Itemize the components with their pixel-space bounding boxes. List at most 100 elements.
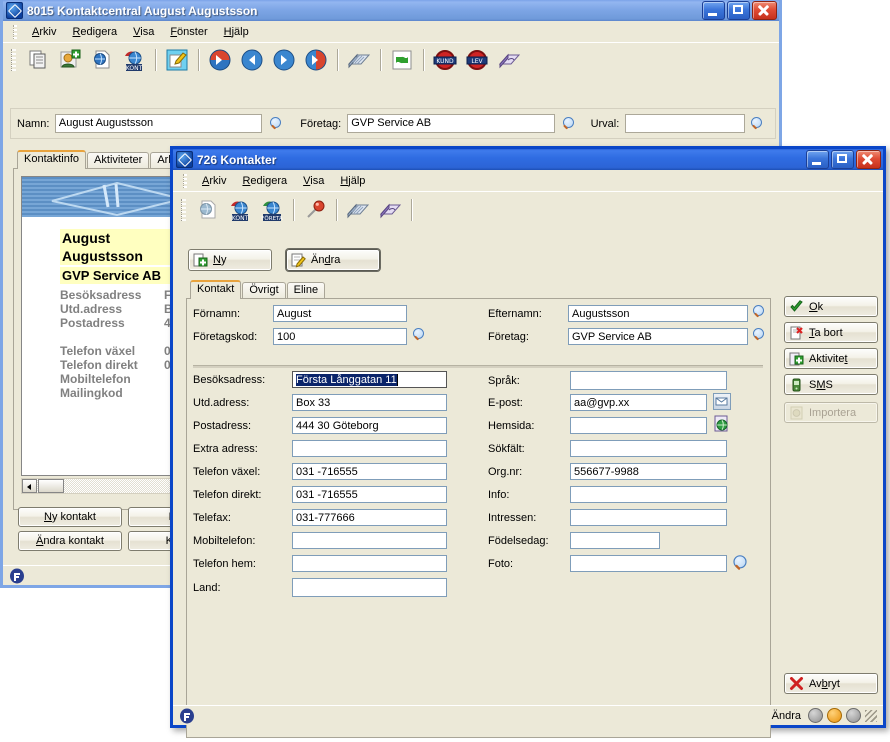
avbryt-button[interactable]: Avbryt [784, 673, 878, 694]
toolbar-grip[interactable] [11, 49, 16, 71]
tab-eline[interactable]: Eline [286, 282, 326, 299]
selection-search-icon[interactable] [749, 116, 765, 132]
menu-arkiv[interactable]: Arkiv [25, 24, 63, 40]
aktivitet-button[interactable]: Aktivitet [784, 348, 878, 369]
menu-fonster[interactable]: Fönster [163, 24, 214, 40]
land-combo[interactable] [292, 578, 447, 597]
andra-kontakt-button[interactable]: Ändra kontakt [18, 531, 122, 551]
field-row-orgnr: Org.nr: 556677-9988 [488, 463, 763, 486]
sms-button[interactable]: SMS [784, 374, 878, 395]
tab-aktiviteter[interactable]: Aktiviteter [87, 152, 150, 169]
foto-input[interactable] [570, 555, 727, 572]
search-contact-kont-icon[interactable]: KONT [227, 197, 253, 223]
purple-book-icon[interactable] [496, 47, 522, 73]
orgnr-input[interactable]: 556677-9988 [570, 463, 727, 480]
forward-last-icon[interactable] [303, 47, 329, 73]
back-first-icon[interactable] [207, 47, 233, 73]
menu-hjalp[interactable]: Hjälp [217, 24, 256, 40]
edit-note-icon[interactable] [164, 47, 190, 73]
purple-book-icon[interactable] [377, 197, 403, 223]
mobiltelefon-input[interactable] [292, 532, 447, 549]
dialog-menu-arkiv[interactable]: Arkiv [195, 173, 233, 189]
besoksadress-input[interactable]: Första Långgatan 11 [292, 371, 447, 388]
search-company-foreta-icon[interactable]: FÖRETA [259, 197, 285, 223]
web-page-icon[interactable] [713, 415, 731, 433]
dialog-maximize-button[interactable] [831, 150, 854, 169]
ta-bort-button[interactable]: Ta bort [784, 322, 878, 343]
name-input[interactable]: August Augustsson [54, 114, 263, 133]
foretagskod-lookup-icon[interactable] [411, 327, 427, 343]
telefonhem-input[interactable] [292, 555, 447, 572]
hemsida-input[interactable] [570, 417, 707, 434]
back-icon[interactable] [239, 47, 265, 73]
globe-document-icon[interactable] [89, 47, 115, 73]
dialog-window-controls [806, 150, 881, 169]
intressen-input[interactable] [570, 509, 727, 526]
close-button[interactable] [752, 1, 777, 20]
dialog-menu-hjalp[interactable]: Hjälp [333, 173, 372, 189]
besoksadress-label: Besöksadress: [193, 374, 266, 386]
copy-document-icon[interactable] [25, 47, 51, 73]
lev-icon[interactable]: LEV [464, 47, 490, 73]
telefax-input[interactable]: 031-777666 [292, 509, 447, 526]
foretagskod-input[interactable]: 100 [273, 328, 407, 345]
pin-icon[interactable] [302, 197, 328, 223]
forward-icon[interactable] [271, 47, 297, 73]
ok-button[interactable]: Ok [784, 296, 878, 317]
efternamn-lookup-icon[interactable] [751, 304, 767, 320]
notebook-icon[interactable] [345, 197, 371, 223]
dialog-close-button[interactable] [856, 150, 881, 169]
utdadress-input[interactable]: Box 33 [292, 394, 447, 411]
extraadress-input[interactable] [292, 440, 447, 457]
epost-input[interactable]: aa@gvp.xx [570, 394, 707, 411]
main-window-titlebar[interactable]: 8015 Kontaktcentral August Augustsson [3, 0, 779, 21]
selection-combo[interactable] [625, 114, 746, 133]
name-search-icon[interactable] [268, 116, 284, 132]
dialog-titlebar[interactable]: 726 Kontakter [173, 149, 883, 170]
maximize-button[interactable] [727, 1, 750, 20]
tab-kontaktinfo[interactable]: Kontaktinfo [17, 150, 87, 169]
andra-button[interactable]: Ändra [286, 249, 380, 271]
refresh-icon[interactable] [389, 47, 415, 73]
minimize-button[interactable] [702, 1, 725, 20]
card-row-label: Telefon direkt [60, 358, 138, 372]
dialog-toolbar-grip[interactable] [181, 199, 186, 221]
notebook-icon[interactable] [346, 47, 372, 73]
toolbar-separator-2 [198, 49, 199, 71]
tab-ovrigt[interactable]: Övrigt [242, 282, 286, 299]
add-user-icon[interactable] [57, 47, 83, 73]
field-row-hemsida: Hemsida: [488, 415, 763, 440]
telefondirekt-input[interactable]: 031 -716555 [292, 486, 447, 503]
foto-lookup-icon[interactable] [731, 554, 755, 578]
foretag-lookup-icon[interactable] [751, 327, 767, 343]
fodelsedag-input[interactable] [570, 532, 660, 549]
tab-kontakt[interactable]: Kontakt [190, 280, 242, 299]
fornamn-input[interactable]: August [273, 305, 407, 322]
scroll-thumb[interactable] [38, 479, 64, 493]
menu-redigera[interactable]: Redigera [65, 24, 124, 40]
dialog-menu-redigera[interactable]: Redigera [235, 173, 294, 189]
company-search-icon[interactable] [561, 116, 577, 132]
info-input[interactable] [570, 486, 727, 503]
scroll-left-button[interactable] [22, 479, 37, 493]
ny-kontakt-button[interactable]: Ny kontakt [18, 507, 122, 527]
dialog-toolbar: KONT FÖRETA [173, 191, 883, 228]
efternamn-input[interactable]: Augustsson [568, 305, 748, 322]
sprak-combo[interactable] [570, 371, 727, 390]
search-contact-kont-icon[interactable]: KONT [121, 47, 147, 73]
company-input[interactable]: GVP Service AB [347, 114, 555, 133]
foretag-input[interactable]: GVP Service AB [568, 328, 748, 345]
toolbar-separator-5 [423, 49, 424, 71]
sms-button-label: SMS [809, 378, 833, 391]
ny-button[interactable]: Ny [188, 249, 272, 271]
dialog-menu-visa[interactable]: Visa [296, 173, 331, 189]
telefonvaxel-input[interactable]: 031 -716555 [292, 463, 447, 480]
kund-icon[interactable]: KUND [432, 47, 458, 73]
resize-grip[interactable] [865, 709, 877, 722]
postadress-input[interactable]: 444 30 Göteborg [292, 417, 447, 434]
menu-visa[interactable]: Visa [126, 24, 161, 40]
sokfalt-input[interactable] [570, 440, 727, 457]
dialog-minimize-button[interactable] [806, 150, 829, 169]
globe-document-icon[interactable] [195, 197, 221, 223]
mail-icon[interactable] [713, 393, 731, 410]
